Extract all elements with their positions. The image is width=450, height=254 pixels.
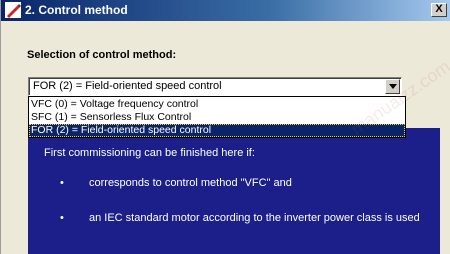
section-label: Selection of control method: xyxy=(27,49,177,61)
info-intro: First commissioning can be finished here… xyxy=(44,147,255,159)
control-method-select[interactable]: FOR (2) = Field-oriented speed control xyxy=(28,77,402,96)
dialog-window: 2. Control method X Selection of control… xyxy=(0,0,450,254)
window-title: 2. Control method xyxy=(25,3,128,17)
option-vfc[interactable]: VFC (0) = Voltage frequency control xyxy=(29,98,405,111)
info-bullet-2: an IEC standard motor according to the i… xyxy=(89,212,420,224)
dropdown-button[interactable] xyxy=(385,79,400,94)
close-button[interactable]: X xyxy=(431,3,447,17)
info-panel: First commissioning can be finished here… xyxy=(28,128,440,254)
option-for-selected[interactable]: FOR (2) = Field-oriented speed control xyxy=(29,124,405,137)
chevron-down-icon xyxy=(389,84,397,89)
bullet-icon: • xyxy=(60,212,64,224)
dropdown-list[interactable]: VFC (0) = Voltage frequency control SFC … xyxy=(28,96,406,138)
option-sfc[interactable]: SFC (1) = Sensorless Flux Control xyxy=(29,111,405,124)
app-icon xyxy=(5,2,21,18)
info-bullet-1: corresponds to control method "VFC" and xyxy=(89,177,292,189)
select-value: FOR (2) = Field-oriented speed control xyxy=(33,80,222,92)
bullet-icon: • xyxy=(60,177,64,189)
title-bar[interactable]: 2. Control method X xyxy=(1,0,450,21)
